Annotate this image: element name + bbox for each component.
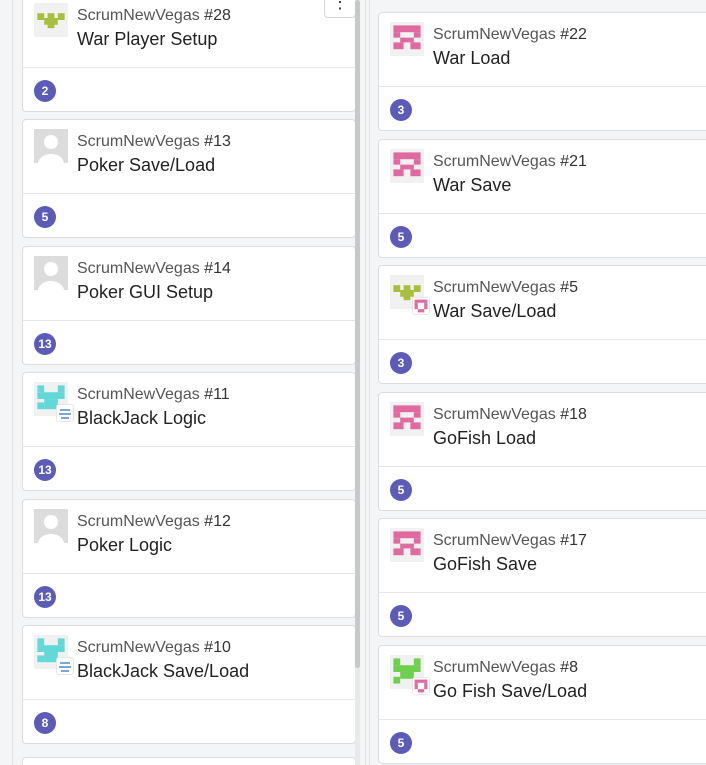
weight-badge: 8 xyxy=(34,712,56,734)
issue-card[interactable]: ScrumNewVegas #5 War Save/Load 3 xyxy=(378,265,706,384)
weight-badge: 5 xyxy=(390,226,412,248)
issue-card[interactable]: ScrumNewVegas #21 War Save 5 xyxy=(378,139,706,258)
issue-title[interactable]: GoFish Save xyxy=(433,554,537,575)
issue-reference[interactable]: ScrumNewVegas #28 xyxy=(77,7,231,25)
issue-card[interactable]: ScrumNewVegas #11 BlackJack Logic 13 xyxy=(22,372,356,491)
pink-identicon-avatar xyxy=(390,528,424,562)
issue-title[interactable]: Poker Logic xyxy=(77,535,172,556)
more-vertical-icon[interactable]: ⋮ xyxy=(324,0,356,18)
weight-badge: 13 xyxy=(34,459,56,481)
issue-title[interactable]: Poker GUI Setup xyxy=(77,282,213,303)
assignee-sub-avatar xyxy=(412,297,430,315)
issue-reference[interactable]: ScrumNewVegas #21 xyxy=(433,153,587,171)
weight-badge: 5 xyxy=(390,479,412,501)
default-user-icon xyxy=(34,509,68,543)
issue-reference[interactable]: ScrumNewVegas #18 xyxy=(433,406,587,424)
issue-reference[interactable]: ScrumNewVegas #11 xyxy=(77,386,230,404)
default-user-icon xyxy=(34,129,68,163)
issue-card[interactable]: ScrumNewVegas #10 BlackJack Save/Load 8 xyxy=(22,625,356,744)
issue-card[interactable]: ScrumNewVegas #17 GoFish Save 5 xyxy=(378,518,706,637)
board-list-right: ScrumNewVegas #22 War Load 3 ScrumNewVeg… xyxy=(369,0,706,765)
issue-title[interactable]: War Player Setup xyxy=(77,29,217,50)
issue-reference[interactable]: ScrumNewVegas #12 xyxy=(77,513,231,531)
issue-reference[interactable]: ScrumNewVegas #17 xyxy=(433,532,587,550)
issue-reference[interactable]: ScrumNewVegas #13 xyxy=(77,133,231,151)
assignee-sub-avatar xyxy=(56,404,74,422)
issue-title[interactable]: BlackJack Save/Load xyxy=(77,661,249,682)
issue-title[interactable]: War Load xyxy=(433,48,510,69)
assignee-sub-avatar xyxy=(412,677,430,695)
weight-badge: 5 xyxy=(390,732,412,754)
issue-title[interactable]: Poker Save/Load xyxy=(77,155,215,176)
weight-badge: 13 xyxy=(34,586,56,608)
issue-reference[interactable]: ScrumNewVegas #14 xyxy=(77,260,231,278)
issue-card[interactable]: ScrumNewVegas #14 Poker GUI Setup 13 xyxy=(22,246,356,365)
pink-identicon-avatar xyxy=(390,22,424,56)
issue-title[interactable]: GoFish Load xyxy=(433,428,536,449)
board-list-left: ScrumNewVegas #28 War Player Setup ⋮ 2 S… xyxy=(12,0,366,765)
issue-reference[interactable]: ScrumNewVegas #8 xyxy=(433,659,578,677)
issue-card[interactable]: ScrumNewVegas #28 War Player Setup ⋮ 2 xyxy=(22,0,356,112)
issue-reference[interactable]: ScrumNewVegas #10 xyxy=(77,639,231,657)
weight-badge: 2 xyxy=(34,80,56,102)
weight-badge: 3 xyxy=(390,99,412,121)
scrollbar-thumb[interactable] xyxy=(355,0,360,668)
weight-badge: 3 xyxy=(390,352,412,374)
issue-title[interactable]: Go Fish Save/Load xyxy=(433,681,587,702)
assignee-sub-avatar xyxy=(56,657,74,675)
weight-badge: 5 xyxy=(34,206,56,228)
pink-identicon-avatar xyxy=(390,402,424,436)
pink-identicon-avatar xyxy=(390,149,424,183)
weight-badge: 5 xyxy=(390,605,412,627)
issue-title[interactable]: War Save/Load xyxy=(433,301,556,322)
issue-title[interactable]: BlackJack Logic xyxy=(77,408,206,429)
issue-card[interactable]: ScrumNewVegas #22 War Load 3 xyxy=(378,12,706,131)
issue-card[interactable]: ScrumNewVegas #8 Go Fish Save/Load 5 xyxy=(378,645,706,764)
issue-card[interactable]: ScrumNewVegas #12 Poker Logic 13 xyxy=(22,499,356,618)
issue-card[interactable]: ScrumNewVegas #18 GoFish Load 5 xyxy=(378,392,706,511)
olive-identicon-avatar xyxy=(34,3,68,37)
default-user-icon xyxy=(34,256,68,290)
weight-badge: 13 xyxy=(34,333,56,355)
issue-card-partial[interactable] xyxy=(22,757,356,765)
issue-title[interactable]: War Save xyxy=(433,175,511,196)
issue-reference[interactable]: ScrumNewVegas #5 xyxy=(433,279,578,297)
issue-reference[interactable]: ScrumNewVegas #22 xyxy=(433,26,587,44)
issue-card[interactable]: ScrumNewVegas #13 Poker Save/Load 5 xyxy=(22,119,356,238)
